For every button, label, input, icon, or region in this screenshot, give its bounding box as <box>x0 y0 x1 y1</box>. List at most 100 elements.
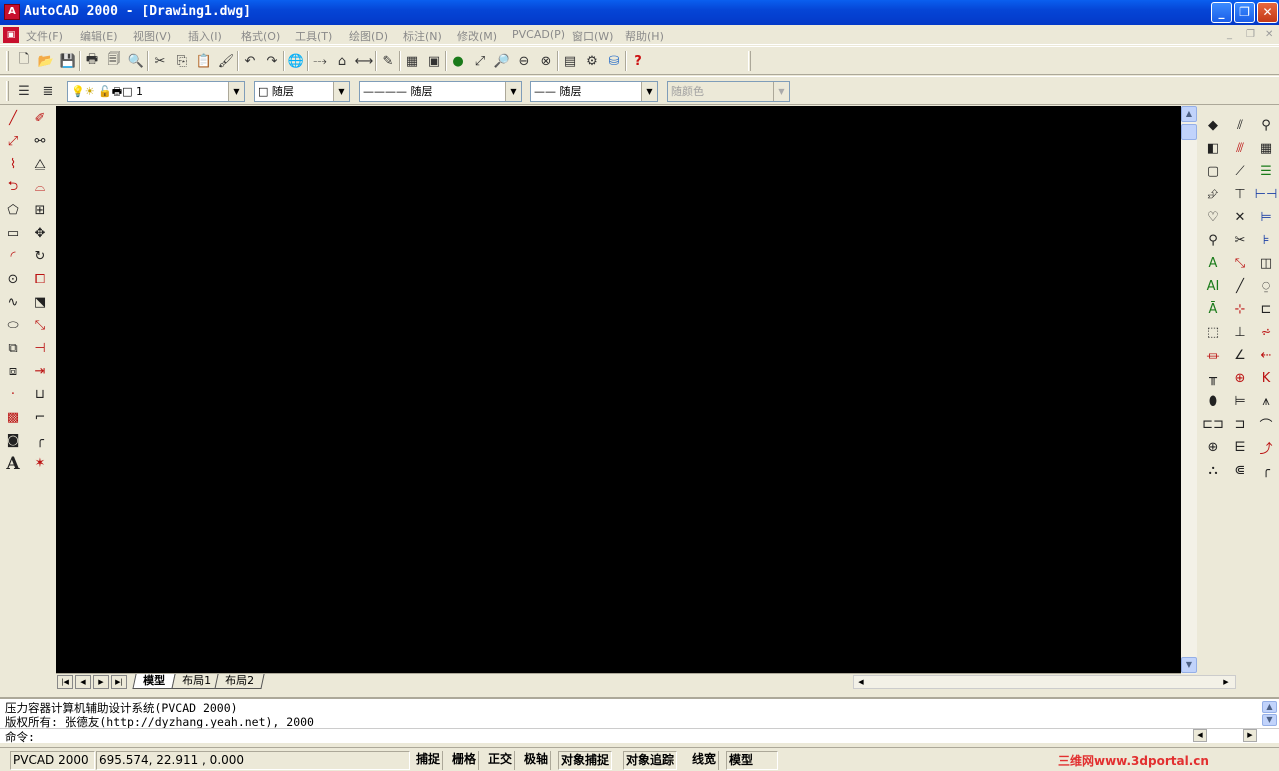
menu-file[interactable]: 文件(F) <box>26 28 63 44</box>
distance-icon[interactable]: ⟷ <box>353 50 375 72</box>
redo-icon[interactable]: ↷ <box>261 50 283 72</box>
doc-minimize-icon[interactable]: _ <box>1227 29 1232 40</box>
trim-icon[interactable]: ⊣ <box>28 337 52 360</box>
open-file-icon[interactable]: 📂 <box>35 50 57 72</box>
first-tab-icon[interactable]: |◀ <box>57 675 73 689</box>
array-icon[interactable]: ⊞ <box>28 199 52 222</box>
cross-icon[interactable]: ✕ <box>1228 206 1252 229</box>
menu-window[interactable]: 窗口(W) <box>572 28 613 44</box>
aligned-dim-icon[interactable]: ⊨ <box>1254 206 1278 229</box>
move-icon[interactable]: ✥ <box>28 222 52 245</box>
construction-line-icon[interactable]: ⤢ <box>1 130 25 153</box>
model-toggle[interactable]: 模型 <box>726 751 778 770</box>
perpendicular-icon[interactable]: ⊥ <box>1228 321 1252 344</box>
curve-icon[interactable]: ⋐ <box>1228 459 1252 482</box>
tab-model[interactable]: 模型 <box>132 674 176 689</box>
scroll-thumb[interactable] <box>1181 124 1197 140</box>
leader-icon[interactable]: ⇠ <box>1254 344 1278 367</box>
insert-block-icon[interactable]: ⧉ <box>1 337 25 360</box>
doc-close-icon[interactable]: ✕ <box>1265 29 1273 40</box>
make-layer-current-icon[interactable]: ☰ <box>13 80 35 102</box>
find-icon[interactable]: 🔍 <box>125 50 147 72</box>
menu-view[interactable]: 视图(V) <box>133 28 171 44</box>
document-icon[interactable]: ▣ <box>3 27 19 43</box>
tee-icon[interactable]: ⊤ <box>1228 183 1252 206</box>
properties-icon[interactable]: ▤ <box>559 50 581 72</box>
region-icon[interactable]: ◙ <box>1 429 25 452</box>
circle-icon[interactable]: ⊙ <box>1 268 25 291</box>
last-tab-icon[interactable]: ▶| <box>111 675 127 689</box>
redraw-icon[interactable]: ✎ <box>377 50 399 72</box>
table-icon[interactable]: ▦ <box>1254 137 1278 160</box>
rectangle-icon[interactable]: ▭ <box>1 222 25 245</box>
command-scrollbar[interactable]: ▲ ▼ <box>1262 701 1277 727</box>
shell-icon[interactable]: ⬮ <box>1201 390 1225 413</box>
cut-icon[interactable]: ✂ <box>149 50 171 72</box>
erase-icon[interactable]: ✐ <box>28 107 52 130</box>
ellipse-icon[interactable]: ⬭ <box>1 314 25 337</box>
minimize-button[interactable]: _ <box>1211 2 1232 23</box>
scroll-down-icon[interactable]: ▼ <box>1181 657 1197 673</box>
text-align-icon[interactable]: AI <box>1201 275 1225 298</box>
offset-icon[interactable]: ⌓ <box>28 176 52 199</box>
double-line-icon[interactable]: ⫽ <box>1228 114 1252 137</box>
menu-help[interactable]: 帮助(H) <box>625 28 664 44</box>
menu-pvcad[interactable]: PVCAD(P) <box>512 28 565 41</box>
design-center-icon[interactable]: ⚙ <box>581 50 603 72</box>
angle-icon[interactable]: ∠ <box>1228 344 1252 367</box>
pipe-icon[interactable]: ⊏⊐ <box>1201 413 1225 436</box>
scissors-icon[interactable]: ✂ <box>1228 229 1252 252</box>
stretch-icon[interactable]: ⬔ <box>28 291 52 314</box>
close-button[interactable]: ✕ <box>1257 2 1278 23</box>
center-mark-icon[interactable]: ⊹ <box>1228 298 1252 321</box>
vertical-scrollbar[interactable]: ▲ ▼ <box>1181 106 1197 674</box>
continue-dim-icon[interactable]: ⩫ <box>1254 321 1278 344</box>
doc-restore-icon[interactable]: ❐ <box>1246 29 1255 40</box>
flange-icon[interactable]: ⏛ <box>1201 344 1225 367</box>
menu-insert[interactable]: 插入(I) <box>188 28 222 44</box>
diagonal-arrow-icon[interactable]: ⤡ <box>1228 252 1252 275</box>
eraser-tool-icon[interactable]: ◆ <box>1201 114 1225 137</box>
polygon-tool-icon[interactable]: ⮌ <box>1 176 25 199</box>
make-block-icon[interactable]: ⧈ <box>1 360 25 383</box>
diameter-dim-icon[interactable]: ⍜ <box>1254 275 1278 298</box>
paste-icon[interactable]: 📋 <box>193 50 215 72</box>
next-tab-icon[interactable]: ▶ <box>93 675 109 689</box>
dim-text-edit-icon[interactable]: ⌒ <box>1254 413 1278 436</box>
help-icon[interactable]: ? <box>627 50 649 72</box>
slash-line-icon[interactable]: ⟋ <box>1228 160 1252 183</box>
polar-toggle[interactable]: 极轴 <box>522 751 552 770</box>
zoom-previous-icon[interactable]: ⊖ <box>513 50 535 72</box>
ucs-icon[interactable]: ⌂ <box>331 50 353 72</box>
align-left-icon[interactable]: ☰ <box>1254 160 1278 183</box>
restore-button[interactable]: ❐ <box>1234 2 1255 23</box>
pan-icon[interactable]: ● <box>447 50 469 72</box>
box-3d-icon[interactable]: ⬚ <box>1201 321 1225 344</box>
layers-icon[interactable]: ≣ <box>37 80 59 102</box>
zoom-realtime-icon[interactable]: ⤢ <box>469 50 491 72</box>
otrack-toggle[interactable]: 对象追踪 <box>623 751 678 770</box>
extend-icon[interactable]: ⇥ <box>28 360 52 383</box>
aerial-view-icon[interactable]: ▣ <box>423 50 445 72</box>
horizontal-scrollbar[interactable]: ◀ ▶ <box>853 675 1236 689</box>
polygon-icon[interactable]: ⬠ <box>1 199 25 222</box>
linear-dim-icon[interactable]: ⊢⊣ <box>1254 183 1278 206</box>
snap-from-icon[interactable]: ⤏ <box>309 50 331 72</box>
print-preview-icon[interactable]: 🗐 <box>103 50 125 72</box>
lineweight-dropdown[interactable]: —— 随层 ▼ <box>530 81 658 102</box>
open-drawing-icon[interactable]: ⮵ <box>1201 183 1225 206</box>
lengthen-icon[interactable]: ⤡ <box>28 314 52 337</box>
match-properties-icon[interactable]: 🖌 <box>215 50 237 72</box>
zoom-tool-icon[interactable]: ⚲ <box>1201 229 1225 252</box>
break-icon[interactable]: ⊔ <box>28 383 52 406</box>
text-height-icon[interactable]: Ā <box>1201 298 1225 321</box>
title-bar[interactable]: A AutoCAD 2000 - [Drawing1.dwg] _ ❐ ✕ <box>0 0 1279 25</box>
linetype-dropdown[interactable]: ———— 随层 ▼ <box>359 81 522 102</box>
target-icon[interactable]: ⊕ <box>1201 436 1225 459</box>
dim-update-icon[interactable]: ⤴ <box>1254 436 1278 459</box>
scroll-up-icon[interactable]: ▲ <box>1262 701 1277 713</box>
tolerance-icon[interactable]: K <box>1254 367 1278 390</box>
mirror-icon[interactable]: ⧋ <box>28 153 52 176</box>
explode-icon[interactable]: ✶ <box>28 452 52 475</box>
spline-icon[interactable]: ∿ <box>1 291 25 314</box>
